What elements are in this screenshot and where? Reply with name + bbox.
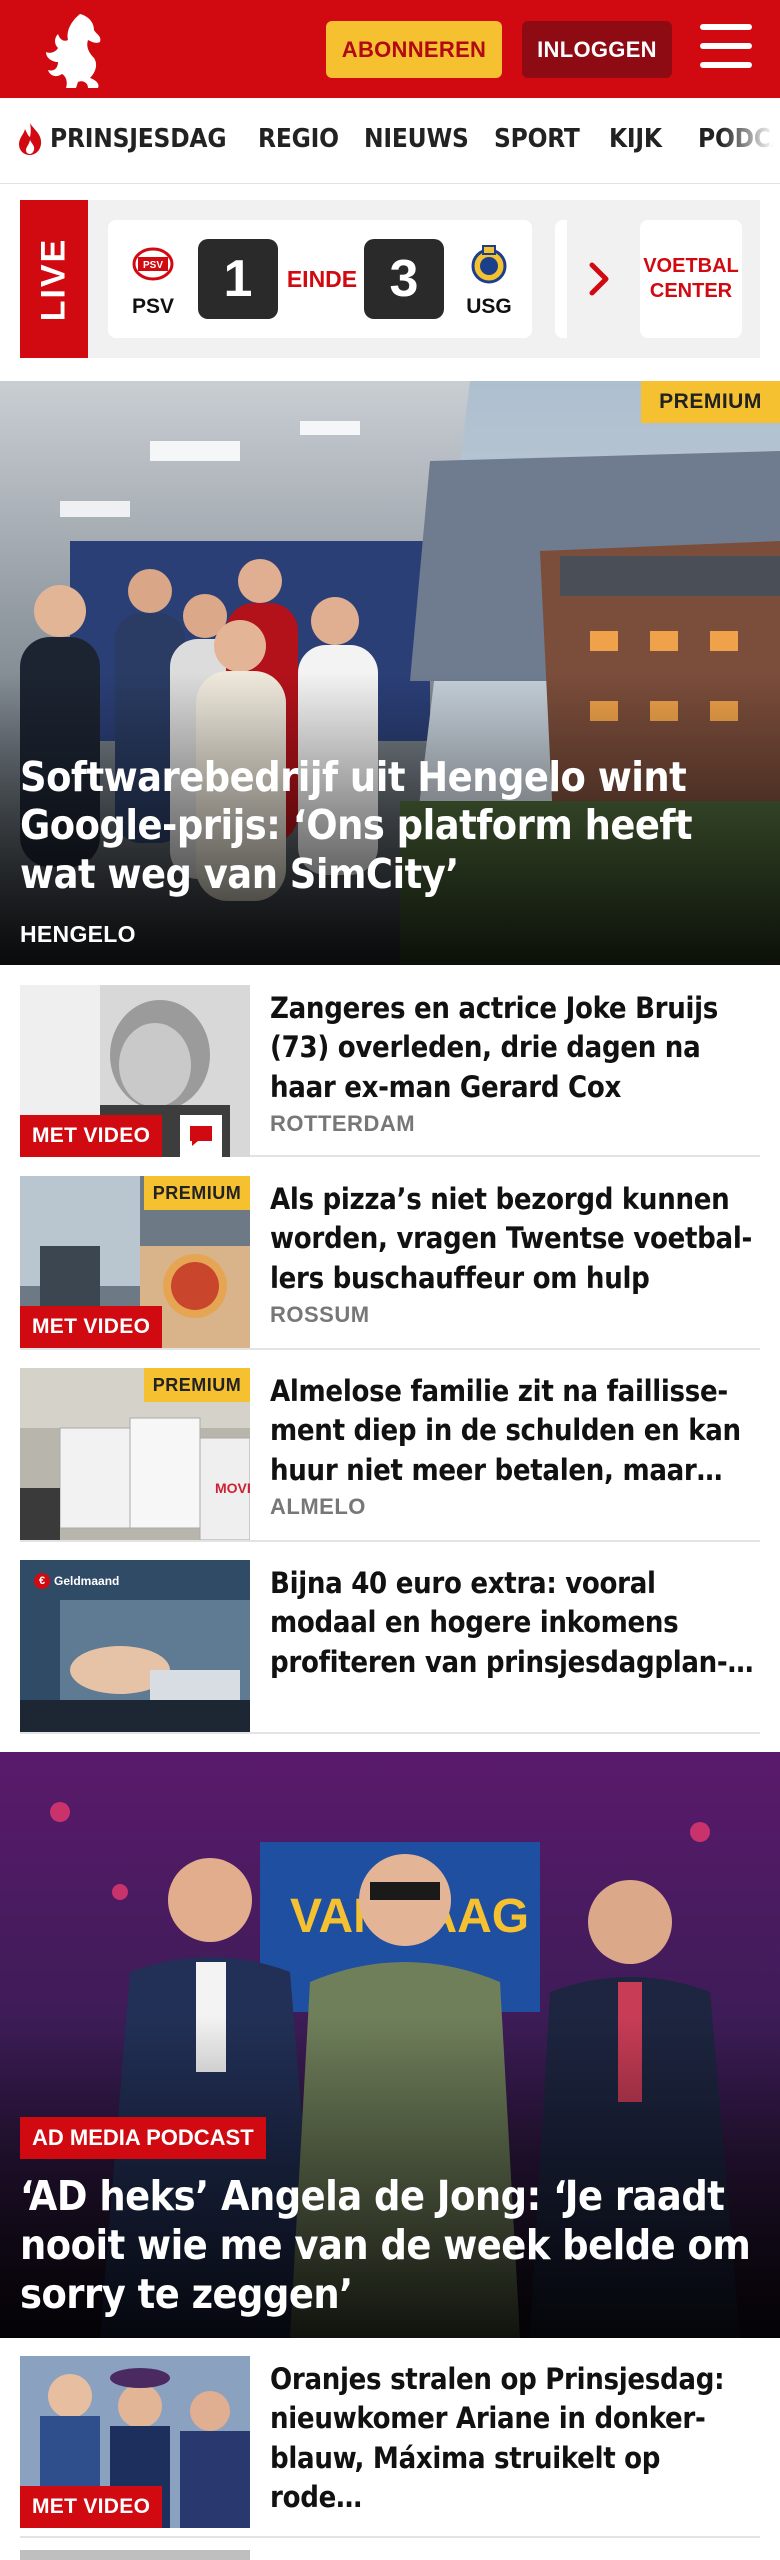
usg-crest-icon (471, 245, 507, 284)
home-score: 1 (198, 239, 278, 319)
video-badge: MET VIDEO (20, 1306, 163, 1348)
svg-text:MOVE: MOVE (215, 1480, 250, 1496)
nav-item-regio[interactable]: REGIO (258, 124, 339, 154)
match-status: EINDE (286, 266, 358, 292)
podcast-feature-article[interactable]: VANDAAG AD MEDIA PODCAST ‘AD heks’ Angel… (0, 1752, 780, 2338)
article-title[interactable]: Oranjes stralen op Prinsjesdag: nieuwkom… (270, 2360, 760, 2518)
section-nav: PRINSJESDAG REGIO NIEUWS SPORT KIJK PODC… (0, 98, 780, 184)
article-location: ROSSUM (270, 1302, 370, 1327)
euro-icon: € (34, 1573, 50, 1589)
list-item[interactable]: PREMIUM MET VIDEO Als pizza’s niet bezor… (20, 1160, 760, 1350)
home-team: PSV PSV (118, 244, 188, 319)
article-location: ROTTERDAM (270, 1111, 416, 1136)
article-thumbnail: PREMIUM MET VIDEO (20, 1176, 250, 1348)
premium-badge: PREMIUM (641, 381, 780, 423)
nav-item-prinsjesdag[interactable]: PRINSJESDAG (50, 124, 227, 154)
nav-item-sport[interactable]: SPORT (494, 124, 580, 154)
flame-icon (19, 123, 42, 155)
next-match-card[interactable] (555, 220, 567, 338)
list-item[interactable]: MET VIDEO Zangeres en actrice Joke Bruij… (20, 969, 760, 1157)
hamburger-menu-icon[interactable] (700, 24, 752, 70)
away-score: 3 (364, 239, 444, 319)
chevron-right-icon[interactable] (588, 262, 610, 296)
premium-badge: PREMIUM (144, 1176, 250, 1210)
podcast-title[interactable]: ‘AD heks’ Angela de Jong: ‘Je raadt nooi… (20, 2172, 760, 2320)
top-bar: ABONNEREN INLOGGEN (0, 0, 780, 98)
article-title[interactable]: Almelose familie zit na faillisse-ment d… (270, 1372, 760, 1490)
article-title[interactable]: Als pizza’s niet bezorgd kunnen worden, … (270, 1180, 760, 1298)
premium-badge: PREMIUM (144, 1368, 250, 1402)
nav-fade (720, 98, 780, 183)
article-thumbnail: MOVE PREMIUM (20, 1368, 250, 1540)
video-badge: MET VIDEO (20, 2486, 163, 2528)
article-thumbnail: € Geldmaand (20, 1560, 250, 1732)
login-button[interactable]: INLOGGEN (522, 21, 672, 78)
next-article-thumbnail (20, 2550, 250, 2560)
list-item[interactable]: MOVE PREMIUM Almelose familie zit na fai… (20, 1352, 760, 1542)
match-card[interactable]: PSV PSV 1 EINDE 3 USG (108, 220, 532, 338)
svg-text:PSV: PSV (143, 260, 163, 271)
horse-logo-icon[interactable] (36, 10, 108, 90)
article-title[interactable]: Bijna 40 euro extra: vooral modaal en ho… (270, 1564, 760, 1682)
voetbal-center-link[interactable]: VOETBAL CENTER (640, 220, 742, 338)
nav-item-kijk[interactable]: KIJK (609, 124, 662, 154)
video-badge: MET VIDEO (20, 1115, 163, 1157)
article-location: ALMELO (270, 1494, 366, 1519)
nav-item-nieuws[interactable]: NIEUWS (364, 124, 469, 154)
article-title[interactable]: Zangeres en actrice Joke Bruijs (73) ove… (270, 989, 760, 1107)
hero-article[interactable]: PREMIUM Softwarebedrijf uit Hengelo wint… (0, 381, 780, 965)
geldmaand-label: € Geldmaand (28, 1568, 126, 1594)
subscribe-button[interactable]: ABONNEREN (326, 21, 502, 78)
hero-location: HENGELO (20, 921, 136, 947)
psv-crest-icon: PSV (132, 247, 174, 281)
hero-title[interactable]: Softwarebedrijf uit Hengelo wint Google-… (20, 753, 760, 898)
article-thumbnail: MET VIDEO (20, 985, 250, 1157)
live-score-widget: LIVE PSV PSV 1 EINDE 3 USG VOETBAL CENTE… (20, 200, 760, 358)
comment-icon (180, 1115, 222, 1157)
away-team: USG (454, 244, 524, 319)
live-tag: LIVE (20, 200, 88, 358)
podcast-tag: AD MEDIA PODCAST (20, 2117, 266, 2159)
article-thumbnail: MET VIDEO (20, 2356, 250, 2528)
list-item[interactable]: MET VIDEO Oranjes stralen op Prinsjesdag… (20, 2338, 760, 2538)
list-item[interactable]: € Geldmaand Bijna 40 euro extra: vooral … (20, 1544, 760, 1734)
